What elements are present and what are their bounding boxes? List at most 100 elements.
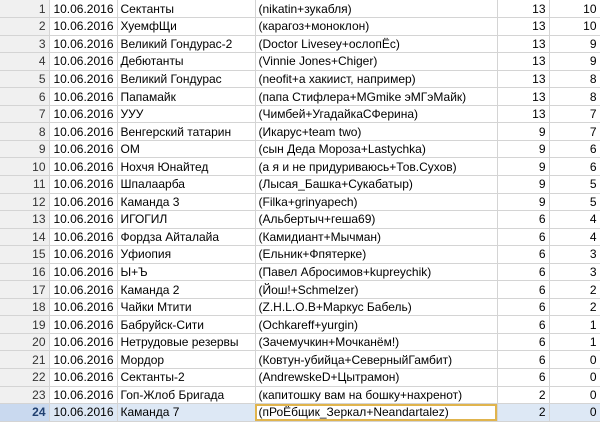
table-row[interactable]: 24 10.06.2016 Каманда 7 (пРоЁбщик_Зеркал+Ne… [0,403,600,422]
table-row[interactable]: 17 10.06.2016 Каманда 2 (Йош!+Schmelzer) 6 2 [0,280,600,299]
table-row[interactable]: 22 10.06.2016 Сектанты-2 (AndrewskeD+Цытрам… [0,368,600,387]
cell-date[interactable]: 10.06.2016 [49,298,118,317]
cell-date[interactable]: 10.06.2016 [49,87,118,106]
cell-score-a[interactable]: 9 [497,175,550,194]
cell-date[interactable]: 10.06.2016 [49,35,118,54]
table-row[interactable]: 5 10.06.2016 Великий Гондурас (neofit+а хак… [0,70,600,89]
cell-score-b[interactable]: 8 [549,87,600,106]
cell-team-name[interactable]: Венгерский татарин [117,122,256,141]
table-row[interactable]: 8 10.06.2016 Венгерский татарин (Икарус+tea… [0,122,600,141]
cell-team-name[interactable]: ХуемфЩи [117,17,256,36]
cell-score-a[interactable]: 6 [497,368,550,387]
cell-score-b[interactable]: 8 [549,70,600,89]
table-row[interactable]: 14 10.06.2016 Фордза Айталайа (Камидиант+Мы… [0,228,600,247]
row-header[interactable]: 24 [0,403,50,422]
cell-team-members[interactable]: (Альбертыч+геша69) [255,210,498,229]
cell-score-b[interactable]: 9 [549,52,600,71]
row-header[interactable]: 23 [0,386,50,405]
cell-date[interactable]: 10.06.2016 [49,333,118,352]
row-header[interactable]: 19 [0,315,50,334]
cell-team-members[interactable]: (карагоз+моноклон) [255,17,498,36]
cell-team-members[interactable]: (Йош!+Schmelzer) [255,280,498,299]
cell-score-a[interactable]: 9 [497,140,550,159]
cell-score-b[interactable]: 9 [549,35,600,54]
cell-date[interactable]: 10.06.2016 [49,122,118,141]
cell-team-members[interactable]: (Ochkareff+yurgin) [255,315,498,334]
cell-score-b[interactable]: 0 [549,386,600,405]
cell-score-a[interactable]: 2 [497,386,550,405]
cell-score-a[interactable]: 6 [497,298,550,317]
cell-date[interactable]: 10.06.2016 [49,193,118,212]
table-row[interactable]: 15 10.06.2016 Уфиопия (Ельник+Фпятерке) 6 3 [0,245,600,264]
cell-score-b[interactable]: 1 [549,315,600,334]
table-row[interactable]: 20 10.06.2016 Нетрудовые резервы (Зачемучки… [0,333,600,352]
cell-score-b[interactable]: 7 [549,105,600,124]
row-header[interactable]: 2 [0,17,50,36]
cell-date[interactable]: 10.06.2016 [49,0,118,19]
cell-score-b[interactable]: 0 [549,403,600,422]
row-header[interactable]: 6 [0,87,50,106]
cell-team-members[interactable]: (Павел Абросимов+kupreychik) [255,263,498,282]
cell-score-a[interactable]: 6 [497,333,550,352]
row-header[interactable]: 18 [0,298,50,317]
cell-team-members[interactable]: (Doctor Livesey+ослопЁс) [255,35,498,54]
cell-date[interactable]: 10.06.2016 [49,228,118,247]
cell-team-name[interactable]: Каманда 2 [117,280,256,299]
cell-team-name[interactable]: Нохчя Юнайтед [117,157,256,176]
cell-score-a[interactable]: 2 [497,403,550,422]
table-row[interactable]: 7 10.06.2016 УУУ (Чимбей+УгадайкаСФерина) 13… [0,105,600,124]
table-row[interactable]: 12 10.06.2016 Каманда 3 (Filka+grinyapech) 9… [0,193,600,212]
cell-team-members[interactable]: (папа Стифлера+MGmike эМГэМайк) [255,87,498,106]
cell-team-name[interactable]: Дебютанты [117,52,256,71]
cell-score-a[interactable]: 13 [497,35,550,54]
cell-team-name[interactable]: Нетрудовые резервы [117,333,256,352]
row-header[interactable]: 9 [0,140,50,159]
cell-score-a[interactable]: 13 [497,70,550,89]
cell-score-a[interactable]: 6 [497,280,550,299]
cell-date[interactable]: 10.06.2016 [49,315,118,334]
cell-date[interactable]: 10.06.2016 [49,17,118,36]
cell-team-name[interactable]: ОМ [117,140,256,159]
row-header[interactable]: 15 [0,245,50,264]
cell-score-a[interactable]: 13 [497,105,550,124]
cell-team-members[interactable]: (Чимбей+УгадайкаСФерина) [255,105,498,124]
cell-score-a[interactable]: 6 [497,245,550,264]
cell-team-name[interactable]: Великий Гондурас-2 [117,35,256,54]
row-header[interactable]: 21 [0,350,50,369]
cell-date[interactable]: 10.06.2016 [49,403,118,422]
row-header[interactable]: 16 [0,263,50,282]
table-row[interactable]: 6 10.06.2016 Папамайк (папа Стифлера+MGmike… [0,87,600,106]
cell-score-a[interactable]: 6 [497,315,550,334]
cell-score-b[interactable]: 7 [549,122,600,141]
cell-team-name[interactable]: Великий Гондурас [117,70,256,89]
row-header[interactable]: 8 [0,122,50,141]
table-row[interactable]: 13 10.06.2016 ИГОГИЛ (Альбертыч+геша69) 6 4 [0,210,600,229]
cell-date[interactable]: 10.06.2016 [49,368,118,387]
cell-date[interactable]: 10.06.2016 [49,350,118,369]
cell-score-a[interactable]: 13 [497,87,550,106]
cell-team-name[interactable]: Каманда 7 [117,403,256,422]
row-header[interactable]: 14 [0,228,50,247]
table-row[interactable]: 11 10.06.2016 Шпалаарба (Лысая_Башка+Сукаба… [0,175,600,194]
row-header[interactable]: 1 [0,0,50,19]
cell-date[interactable]: 10.06.2016 [49,175,118,194]
row-header[interactable]: 11 [0,175,50,194]
cell-date[interactable]: 10.06.2016 [49,105,118,124]
table-row[interactable]: 1 10.06.2016 Сектанты (nikatin+зукабля) 13 10 [0,0,600,19]
cell-team-name[interactable]: Уфиопия [117,245,256,264]
cell-team-members[interactable]: (Ковтун-убийца+СеверныйГамбит) [255,350,498,369]
cell-team-name[interactable]: Шпалаарба [117,175,256,194]
cell-score-b[interactable]: 2 [549,280,600,299]
cell-team-name[interactable]: Папамайк [117,87,256,106]
table-row[interactable]: 19 10.06.2016 Бабруйск-Сити (Ochkareff+yurg… [0,315,600,334]
cell-score-b[interactable]: 0 [549,350,600,369]
cell-score-b[interactable]: 6 [549,140,600,159]
row-header[interactable]: 12 [0,193,50,212]
cell-score-a[interactable]: 9 [497,157,550,176]
cell-team-name[interactable]: Ы+Ъ [117,263,256,282]
cell-score-b[interactable]: 4 [549,228,600,247]
active-cell[interactable]: (пРоЁбщик_Зеркал+Neandartalez) [255,403,498,422]
cell-score-b[interactable]: 3 [549,245,600,264]
row-header[interactable]: 20 [0,333,50,352]
cell-score-a[interactable]: 13 [497,0,550,19]
